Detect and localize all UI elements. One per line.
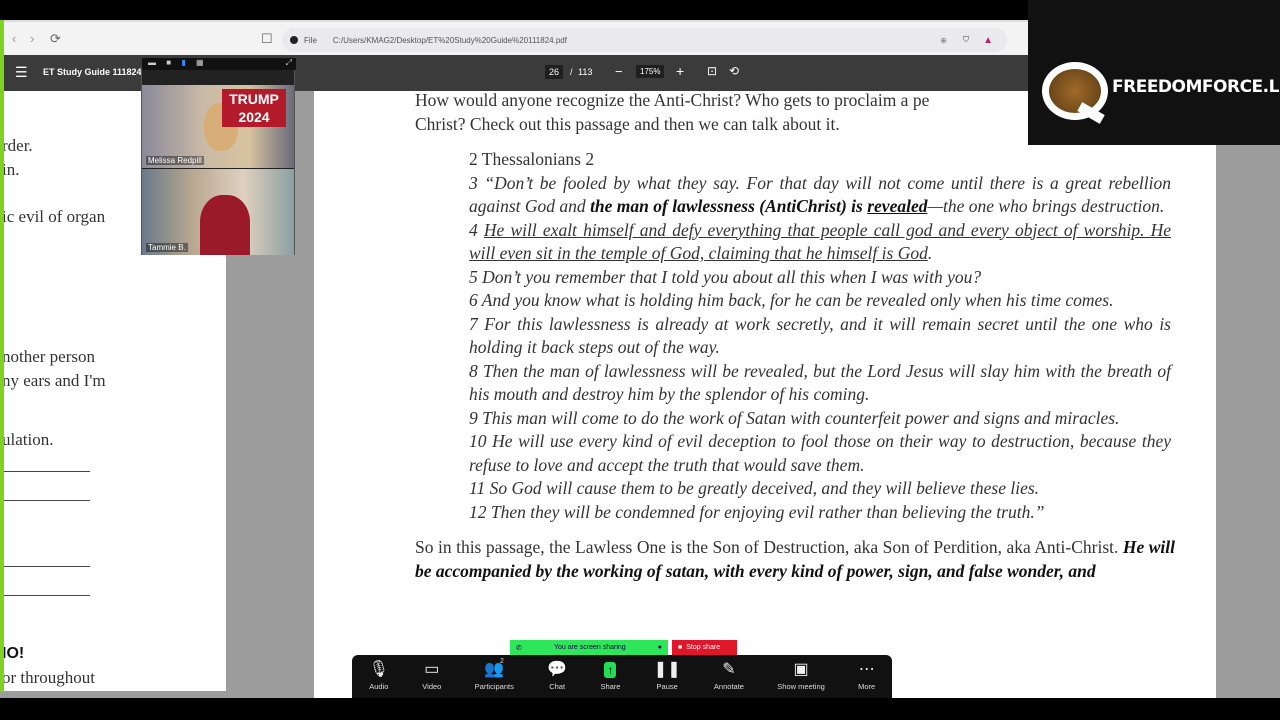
zoom-out-button[interactable]: − bbox=[615, 64, 623, 79]
phone-icon: ✆ bbox=[516, 644, 522, 652]
share-icon: ↑ bbox=[604, 662, 617, 678]
verse-10: 10 He will use every kind of evil decept… bbox=[469, 431, 1171, 475]
address-bar[interactable]: File C:/Users/KMAG2/Desktop/ET%20Study%2… bbox=[282, 28, 1007, 52]
document-title: ET Study Guide 111824 bbox=[43, 67, 142, 77]
window-border bbox=[0, 20, 4, 692]
page-text: IO! bbox=[2, 645, 25, 662]
participant-name: Melissa Redpill bbox=[146, 156, 204, 165]
screen-sharing-banner[interactable]: ✆ You are screen sharing ● bbox=[510, 640, 668, 655]
commentary-paragraph: So in this passage, the Lawless One is t… bbox=[415, 537, 1175, 581]
url-scheme: File bbox=[304, 35, 317, 45]
freedomforce-logo: FREEDOMFORCE.LIVE bbox=[1028, 0, 1280, 145]
verse-6: 6 And you know what is holding him back,… bbox=[469, 290, 1114, 310]
rotate-icon[interactable]: ⟲ bbox=[729, 64, 739, 78]
participants-button[interactable]: 👥 2 Participants bbox=[475, 658, 514, 691]
forward-button[interactable]: › bbox=[30, 31, 34, 46]
more-icon: ⋯ bbox=[858, 661, 875, 678]
stop-share-button[interactable]: ■ Stop share bbox=[672, 640, 737, 655]
pencil-icon: ✎ bbox=[722, 661, 736, 678]
verse-3: 3 “Don’t be fooled by what they say. For… bbox=[469, 172, 1171, 217]
logo-text: FREEDOMFORCE.LIVE bbox=[1112, 77, 1280, 97]
minimize-icon[interactable]: ▬ bbox=[148, 58, 156, 67]
page-text: ulation. bbox=[2, 430, 54, 449]
fit-page-icon[interactable]: ⊡ bbox=[707, 64, 717, 78]
chat-button[interactable]: 💬 Chat bbox=[547, 661, 568, 692]
current-page: How would anyone recognize the Anti-Chri… bbox=[314, 90, 1216, 698]
strip-view-icon[interactable]: ▮ bbox=[181, 58, 185, 67]
page-text: in. bbox=[2, 160, 20, 179]
verse-4: 4 He will exalt himself and defy everyth… bbox=[469, 219, 1172, 264]
page-text: rder. bbox=[2, 136, 33, 155]
browser-bar: ‹ › ⟳ ☐ File C:/Users/KMAG2/Desktop/ET%2… bbox=[0, 20, 1028, 55]
stop-share-label: Stop share bbox=[686, 644, 721, 651]
expand-icon[interactable]: ⤢ bbox=[286, 58, 292, 68]
video-controls: ▬ ■ ▮ ▦ ⤢ bbox=[142, 58, 296, 70]
blank-line bbox=[4, 471, 90, 472]
audio-button[interactable]: 🎙 Audio bbox=[368, 661, 389, 692]
verse-5: 5 Don’t you remember that I told you abo… bbox=[469, 266, 982, 287]
participant-tile: TRUMP 2024 Melissa Redpill bbox=[142, 85, 294, 168]
pause-button[interactable]: ❚❚ Pause bbox=[653, 661, 681, 692]
pause-icon: ❚❚ bbox=[653, 661, 681, 678]
speaker-view-icon[interactable]: ■ bbox=[166, 58, 171, 67]
participant-video bbox=[200, 195, 250, 255]
shield-icon: ● bbox=[657, 644, 662, 651]
verse-7: 7 For this lawlessness is already at wor… bbox=[469, 313, 1171, 358]
page-separator: / bbox=[570, 67, 573, 77]
verse-8: 8 Then the man of lawlessness will be re… bbox=[469, 360, 1171, 405]
microphone-icon: 🎙 bbox=[368, 661, 389, 678]
annotate-button[interactable]: ✎ Annotate bbox=[714, 661, 744, 692]
zoom-input[interactable]: 175% bbox=[636, 65, 665, 78]
shield-icon[interactable]: ⛉ bbox=[963, 35, 969, 45]
video-panel[interactable]: ▬ ■ ▮ ▦ ⤢ TRUMP 2024 Melissa Redpill Tam… bbox=[141, 58, 296, 255]
blank-line bbox=[4, 595, 90, 596]
participant-name: Tammie B. bbox=[146, 243, 188, 252]
verse-12: 12 Then they will be condemned for enjoy… bbox=[469, 501, 1045, 522]
zoom-icon[interactable]: ⊕ bbox=[940, 36, 947, 45]
reload-button[interactable]: ⟳ bbox=[50, 31, 61, 47]
show-meeting-button[interactable]: ▣ Show meeting bbox=[777, 661, 825, 692]
menu-icon[interactable]: ☰ bbox=[15, 64, 28, 81]
page-input[interactable]: 26 bbox=[545, 65, 564, 79]
video-button[interactable]: ▭ Video bbox=[422, 661, 441, 692]
blank-line bbox=[4, 500, 90, 501]
verse-9: 9 This man will come to do the work of S… bbox=[469, 407, 1120, 428]
zoom-meeting-toolbar: 🎙 Audio ▭ Video 👥 2 Participants 💬 Chat ↑ Shar… bbox=[352, 655, 892, 698]
alert-triangle-icon[interactable]: ▲ bbox=[983, 35, 993, 46]
page-text: ny ears and I'm bbox=[2, 371, 106, 390]
info-icon bbox=[290, 36, 298, 44]
trump-2024-sign: TRUMP 2024 bbox=[222, 89, 286, 127]
scripture-reference: 2 Thessalonians 2 bbox=[469, 149, 595, 169]
page-text: or throughout bbox=[2, 668, 96, 687]
page-text: ic evil of organ bbox=[2, 207, 106, 226]
camera-icon: ▭ bbox=[424, 661, 440, 678]
participant-tile: Tammie B. bbox=[142, 169, 294, 255]
url-text: C:/Users/KMAG2/Desktop/ET%20Study%20Guid… bbox=[332, 35, 567, 45]
bookmark-icon[interactable]: ☐ bbox=[261, 31, 273, 47]
verse-11: 11 So God will cause them to be greatly … bbox=[469, 478, 1040, 498]
gallery-view-icon[interactable]: ▦ bbox=[196, 58, 204, 67]
stop-icon: ■ bbox=[678, 644, 683, 651]
page-text: nother person bbox=[2, 347, 96, 366]
chat-icon: 💬 bbox=[547, 661, 568, 678]
meeting-icon: ▣ bbox=[793, 661, 809, 678]
more-button[interactable]: ⋯ More bbox=[858, 661, 875, 692]
back-button[interactable]: ‹ bbox=[12, 31, 16, 46]
share-button[interactable]: ↑ Share bbox=[600, 662, 620, 691]
zoom-in-button[interactable]: + bbox=[676, 63, 684, 79]
sharing-text: You are screen sharing bbox=[553, 644, 626, 651]
blank-line bbox=[4, 566, 90, 567]
page-total: 113 bbox=[578, 67, 593, 77]
